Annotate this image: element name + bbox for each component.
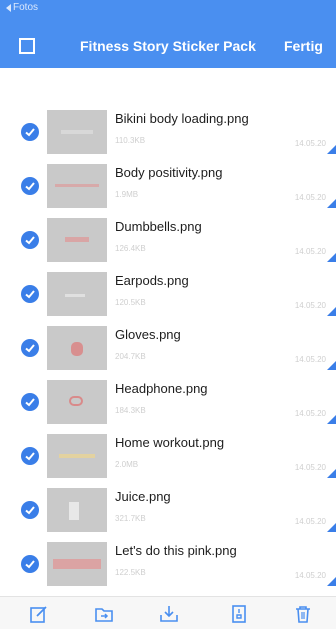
file-name: Let's do this pink.png [115, 543, 237, 558]
file-row[interactable]: Bikini body loading.png 110.3KB 14.05.20 [0, 106, 336, 160]
download-icon[interactable] [158, 603, 180, 625]
file-size: 120.5KB [115, 298, 146, 307]
selected-checkmark-icon[interactable] [21, 123, 39, 141]
file-thumbnail [47, 164, 107, 208]
file-name: Gloves.png [115, 327, 181, 342]
row-corner-marker-icon [327, 577, 336, 586]
file-name: Bikini body loading.png [115, 111, 249, 126]
file-thumbnail [47, 272, 107, 316]
file-name: Headphone.png [115, 381, 208, 396]
file-row[interactable]: Home workout.png 2.0MB 14.05.20 [0, 430, 336, 484]
row-corner-marker-icon [327, 415, 336, 424]
file-date: 14.05.20 [294, 193, 326, 202]
selected-checkmark-icon[interactable] [21, 393, 39, 411]
file-size: 122.5KB [115, 568, 146, 577]
file-name: Earpods.png [115, 273, 189, 288]
file-date: 14.05.20 [294, 517, 326, 526]
archive-icon[interactable] [228, 603, 250, 625]
row-corner-marker-icon [327, 469, 336, 478]
file-date: 14.05.20 [294, 139, 326, 148]
file-name: Body positivity.png [115, 165, 223, 180]
file-size: 2.0MB [115, 460, 139, 469]
file-size: 184.3KB [115, 406, 146, 415]
done-button[interactable]: Fertig [284, 38, 323, 54]
row-corner-marker-icon [327, 253, 336, 262]
file-size: 110.3KB [115, 136, 146, 145]
selected-checkmark-icon[interactable] [21, 501, 39, 519]
row-corner-marker-icon [327, 145, 336, 154]
file-size: 1.9MB [115, 190, 139, 199]
page-title: Fitness Story Sticker Pack [80, 38, 256, 54]
row-corner-marker-icon [327, 361, 336, 370]
list-top-spacer [0, 68, 336, 106]
back-arrow-icon [6, 3, 11, 12]
file-size: 204.7KB [115, 352, 146, 361]
file-date: 14.05.20 [294, 355, 326, 364]
move-to-folder-icon[interactable] [93, 603, 115, 625]
file-thumbnail [47, 488, 107, 532]
select-all-checkbox[interactable] [19, 38, 35, 54]
back-label: Fotos [13, 2, 39, 13]
selected-checkmark-icon[interactable] [21, 555, 39, 573]
file-row[interactable]: Body positivity.png 1.9MB 14.05.20 [0, 160, 336, 214]
file-thumbnail [47, 380, 107, 424]
row-corner-marker-icon [327, 199, 336, 208]
bottom-toolbar [0, 596, 336, 629]
file-thumbnail [47, 542, 107, 586]
file-name: Dumbbells.png [115, 219, 202, 234]
file-row[interactable]: Dumbbells.png 126.4KB 14.05.20 [0, 214, 336, 268]
navigation-bar: Fotos Fitness Story Sticker Pack Fertig [0, 0, 336, 68]
selected-checkmark-icon[interactable] [21, 285, 39, 303]
file-row[interactable]: Let's do this pink.png 122.5KB 14.05.20 [0, 538, 336, 592]
delete-icon[interactable] [292, 603, 314, 625]
row-corner-marker-icon [327, 523, 336, 532]
selected-checkmark-icon[interactable] [21, 447, 39, 465]
file-name: Juice.png [115, 489, 171, 504]
file-date: 14.05.20 [294, 301, 326, 310]
file-date: 14.05.20 [294, 571, 326, 580]
selected-checkmark-icon[interactable] [21, 339, 39, 357]
selected-checkmark-icon[interactable] [21, 231, 39, 249]
selected-checkmark-icon[interactable] [21, 177, 39, 195]
file-thumbnail [47, 434, 107, 478]
file-thumbnail [47, 218, 107, 262]
file-row[interactable]: Gloves.png 204.7KB 14.05.20 [0, 322, 336, 376]
file-size: 126.4KB [115, 244, 146, 253]
row-corner-marker-icon [327, 307, 336, 316]
file-date: 14.05.20 [294, 463, 326, 472]
file-size: 321.7KB [115, 514, 146, 523]
file-name: Home workout.png [115, 435, 225, 450]
file-row[interactable]: Earpods.png 120.5KB 14.05.20 [0, 268, 336, 322]
file-thumbnail [47, 326, 107, 370]
edit-icon[interactable] [28, 603, 50, 625]
file-row[interactable]: Headphone.png 184.3KB 14.05.20 [0, 376, 336, 430]
back-link[interactable]: Fotos [6, 2, 38, 13]
file-thumbnail [47, 110, 107, 154]
file-date: 14.05.20 [294, 247, 326, 256]
file-list[interactable]: Bikini body loading.png 110.3KB 14.05.20… [0, 68, 336, 596]
file-date: 14.05.20 [294, 409, 326, 418]
file-row[interactable]: Juice.png 321.7KB 14.05.20 [0, 484, 336, 538]
